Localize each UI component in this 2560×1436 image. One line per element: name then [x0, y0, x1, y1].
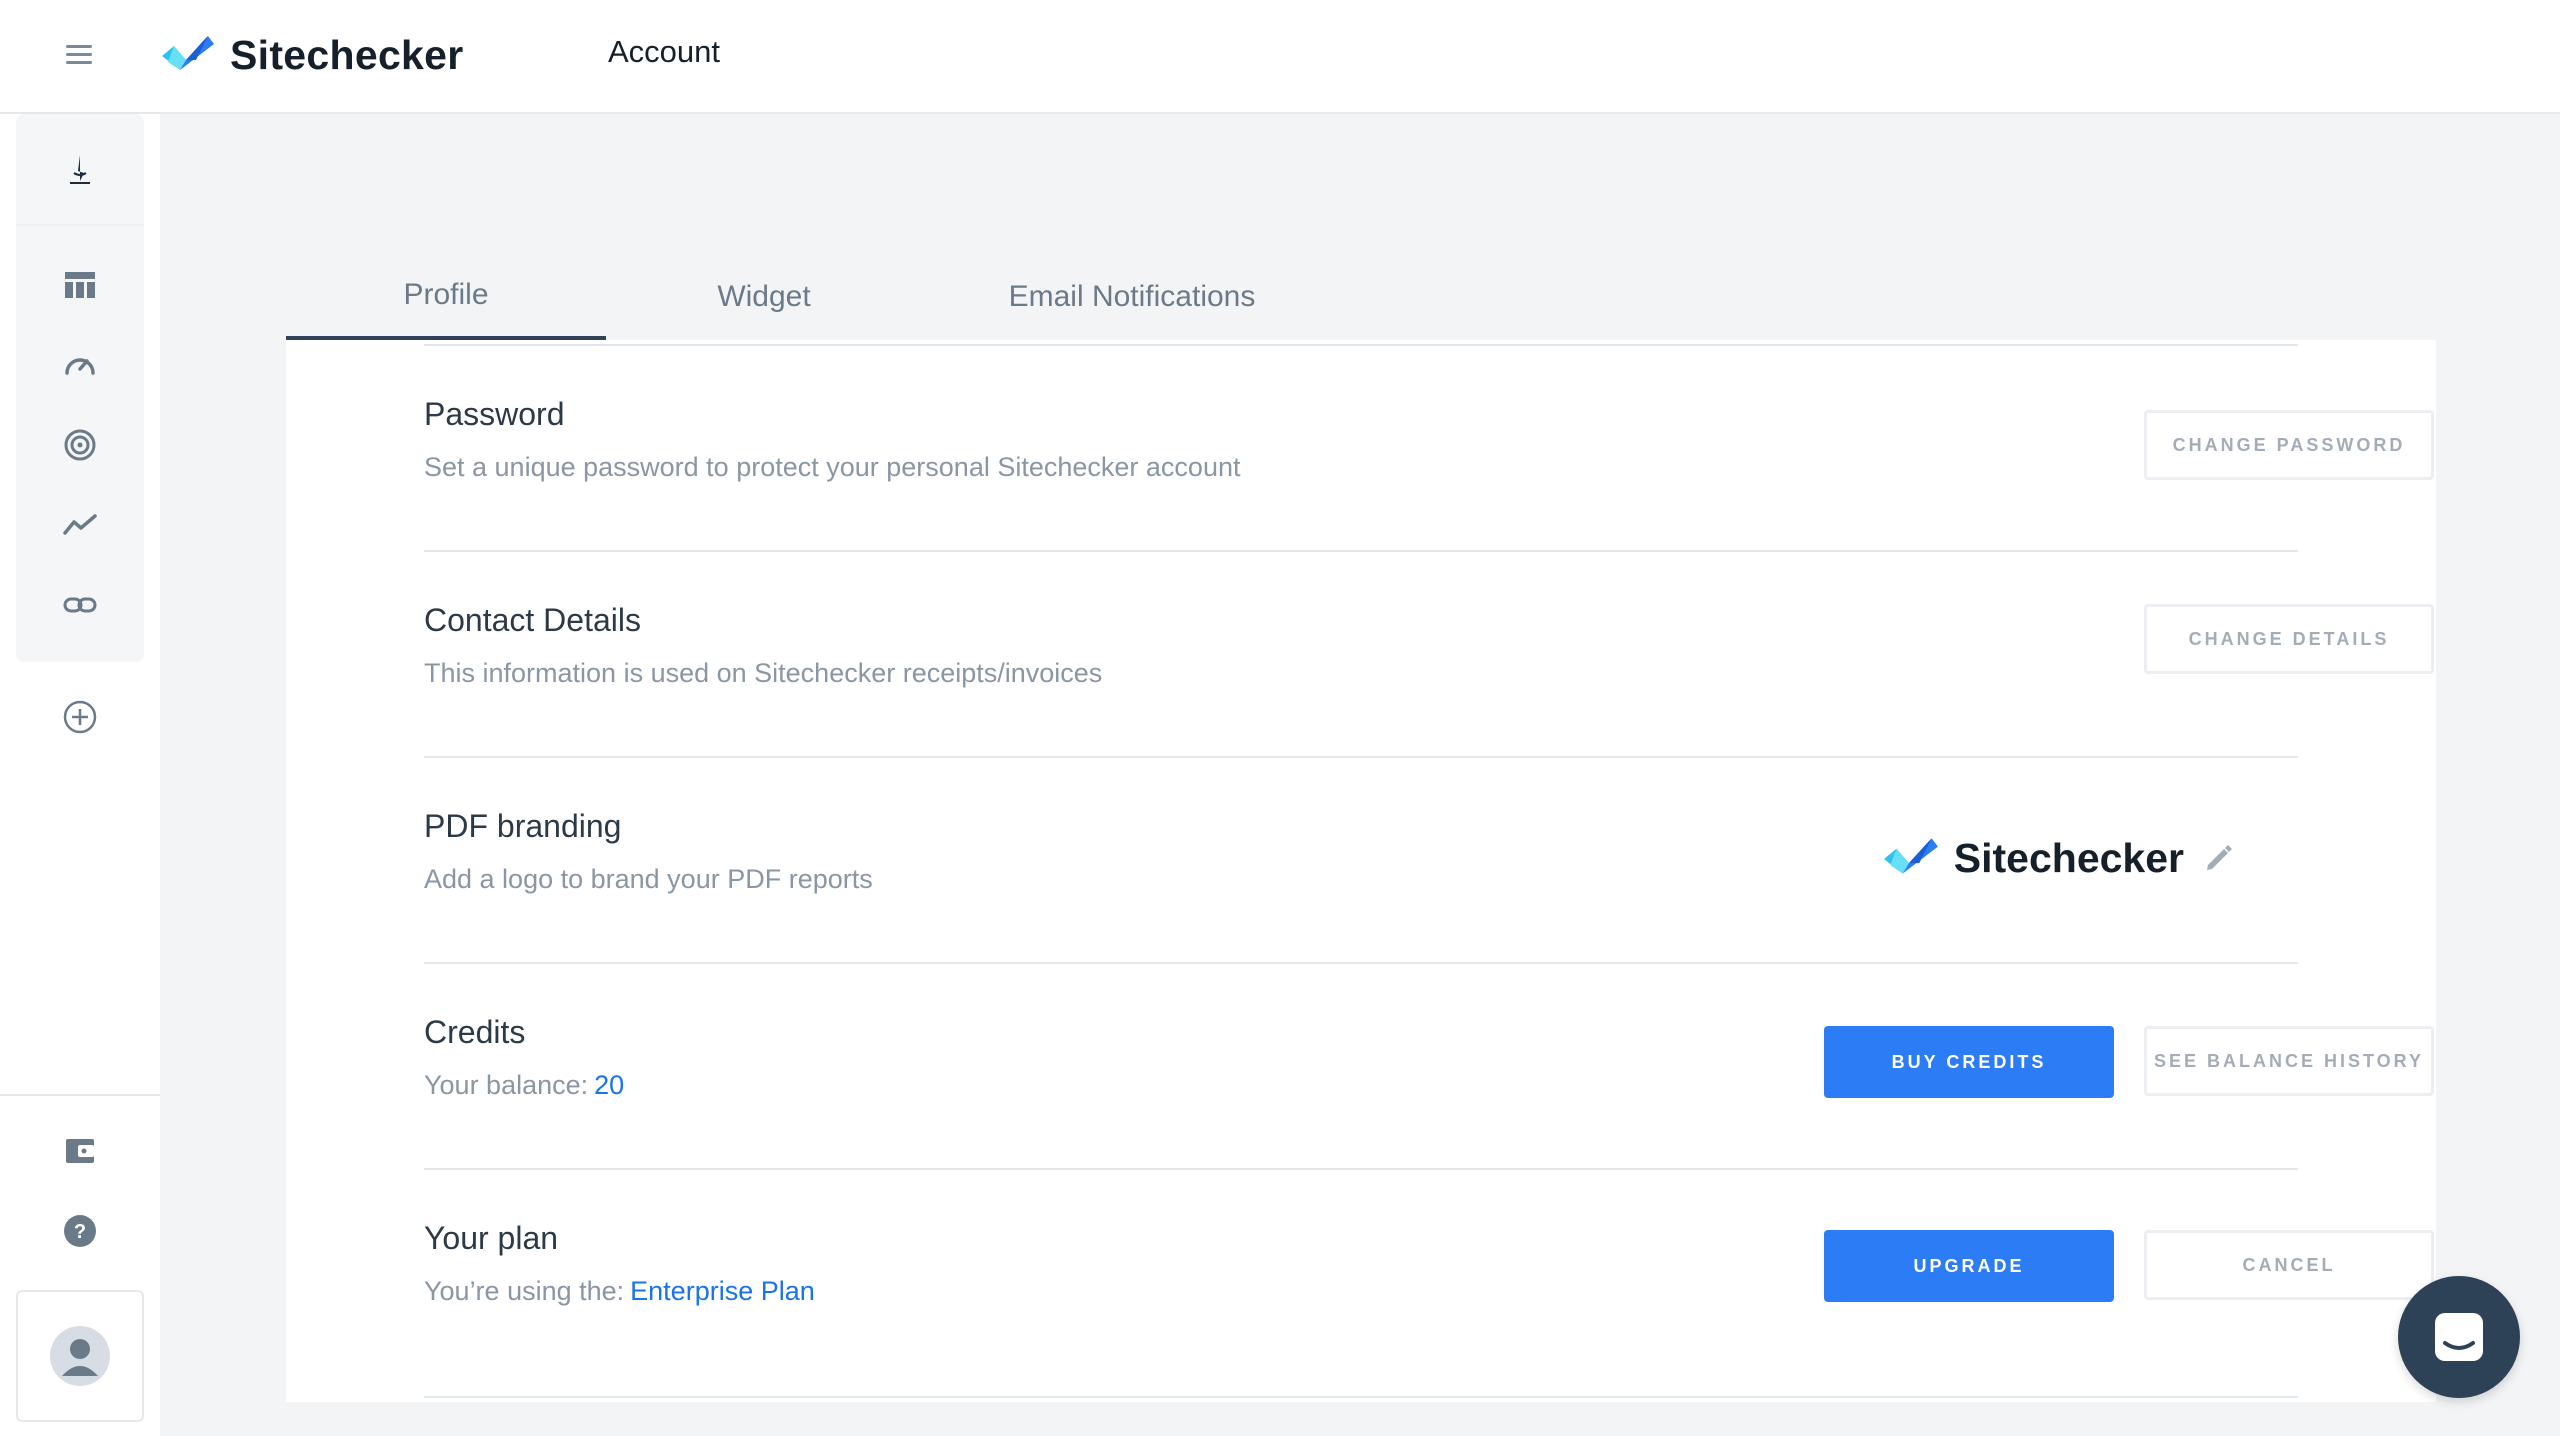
contact-details-title: Contact Details: [424, 602, 641, 638]
balance-value: 20: [594, 1070, 625, 1100]
plan-title: Your plan: [424, 1220, 559, 1256]
page-title: Account: [608, 34, 721, 69]
sidebar: ?: [0, 114, 160, 1436]
change-password-button[interactable]: CHANGE PASSWORD: [2144, 410, 2434, 480]
checkmark-logo-icon: [162, 36, 214, 70]
pdf-branding-section: PDF branding Add a logo to brand your PD…: [424, 756, 2298, 962]
top-header: Sitechecker Account: [0, 0, 2560, 114]
password-description: Set a unique password to protect your pe…: [424, 452, 1241, 482]
add-icon[interactable]: [61, 698, 99, 736]
pdf-branding-title: PDF branding: [424, 808, 622, 844]
dashboard-icon[interactable]: [61, 266, 99, 304]
link-icon[interactable]: [61, 586, 99, 624]
plan-section: Your plan You’re using the: Enterprise Pl…: [424, 1168, 2434, 1398]
pdf-brand-logo: Sitechecker: [1882, 828, 2234, 888]
brand-logo[interactable]: Sitechecker: [160, 30, 464, 80]
tab-profile[interactable]: Profile: [286, 254, 606, 340]
buy-credits-button[interactable]: BUY CREDITS: [1824, 1026, 2114, 1098]
change-details-button[interactable]: CHANGE DETAILS: [2144, 604, 2434, 674]
page-bottom-strip: [160, 1402, 2560, 1436]
help-icon[interactable]: ?: [61, 1212, 99, 1250]
chat-icon: [2435, 1313, 2483, 1361]
account-tabs: Profile Widget Email Notifications: [286, 254, 1342, 340]
see-balance-history-button[interactable]: SEE BALANCE HISTORY: [2144, 1026, 2434, 1096]
tab-widget[interactable]: Widget: [606, 254, 922, 340]
plan-name-link[interactable]: Enterprise Plan: [630, 1276, 815, 1306]
tab-email-notifications[interactable]: Email Notifications: [922, 254, 1342, 340]
contact-details-section: Contact Details This information is used…: [424, 550, 2434, 756]
pdf-branding-description: Add a logo to brand your PDF reports: [424, 864, 873, 894]
pencil-edit-icon[interactable]: [2204, 843, 2234, 873]
user-avatar[interactable]: [16, 1290, 144, 1422]
trend-icon[interactable]: [61, 506, 99, 544]
balance-label: Your balance:: [424, 1070, 589, 1100]
plan-description: You’re using the: Enterprise Plan: [424, 1276, 815, 1307]
plan-label: You’re using the:: [424, 1276, 625, 1306]
credits-title: Credits: [424, 1014, 526, 1050]
svg-text:?: ?: [74, 1221, 86, 1243]
speed-gauge-icon[interactable]: [61, 346, 99, 384]
wallet-icon[interactable]: [61, 1132, 99, 1170]
credits-section: Credits Your balance: 20 BUY CREDITS SEE …: [424, 962, 2434, 1168]
upgrade-button[interactable]: UPGRADE: [1824, 1230, 2114, 1302]
credits-balance: Your balance: 20: [424, 1070, 624, 1101]
brand-name: Sitechecker: [230, 31, 464, 78]
user-avatar-icon: [50, 1326, 110, 1386]
sidebar-project-divider: [16, 114, 144, 226]
password-title: Password: [424, 396, 565, 432]
checkmark-logo-icon: [1883, 838, 1938, 874]
contact-details-description: This information is used on Sitechecker …: [424, 658, 1103, 688]
cancel-button[interactable]: CANCEL: [2144, 1230, 2434, 1300]
sidebar-divider: [0, 1094, 160, 1096]
password-section: Password Set a unique password to protec…: [424, 344, 2434, 550]
pdf-brand-name: Sitechecker: [1953, 834, 2184, 881]
profile-card: Password Set a unique password to protec…: [286, 340, 2436, 1402]
chat-launcher-button[interactable]: [2398, 1276, 2520, 1398]
menu-icon[interactable]: [66, 45, 92, 65]
target-icon[interactable]: [61, 426, 99, 464]
